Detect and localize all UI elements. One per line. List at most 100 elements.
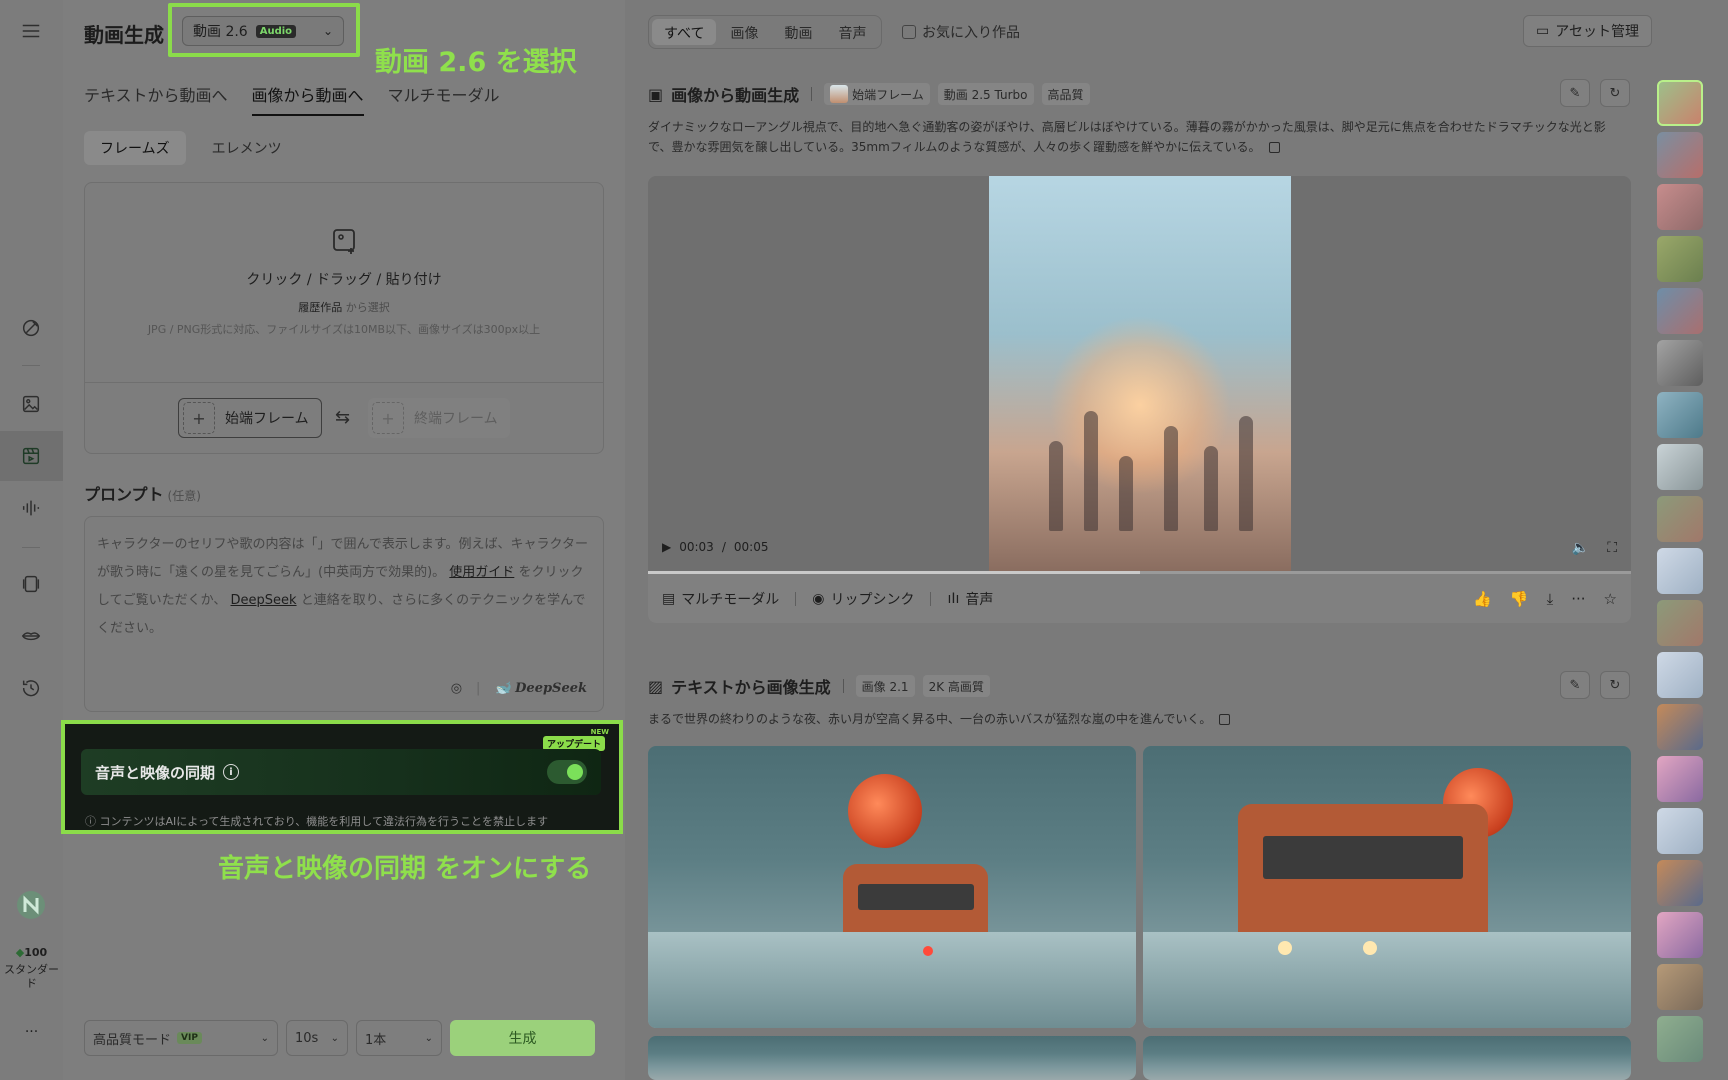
star-icon[interactable]: ☆: [1604, 590, 1617, 608]
play-icon[interactable]: ▶: [662, 540, 671, 554]
tab-image-to-video[interactable]: 画像から動画へ: [251, 82, 364, 116]
generated-image[interactable]: [648, 1036, 1136, 1080]
favorites-checkbox[interactable]: [902, 25, 916, 39]
history-thumbnail[interactable]: [1657, 964, 1703, 1010]
filter-all[interactable]: すべて: [652, 19, 717, 45]
info-icon[interactable]: i: [223, 764, 240, 780]
history-thumbnail[interactable]: [1657, 132, 1703, 178]
sync-toggle[interactable]: [547, 760, 587, 784]
prompt-optional: (任意): [167, 489, 201, 503]
upload-dropzone[interactable]: クリック / ドラッグ / 貼り付け 履歴作品 から選択 JPG / PNG形式…: [84, 182, 604, 454]
history-suffix: から選択: [345, 301, 390, 314]
image-gen-icon: ▨: [648, 676, 664, 696]
history-thumbnail[interactable]: [1657, 184, 1703, 230]
thumbs-up-icon[interactable]: 👍: [1473, 590, 1492, 608]
guide-link[interactable]: 使用ガイド: [449, 565, 514, 580]
model-select[interactable]: 動画 2.6 Audio ⌄: [182, 16, 344, 46]
audio-wave-icon[interactable]: [18, 495, 44, 521]
history-thumbnail[interactable]: [1657, 340, 1703, 386]
multimodal-action[interactable]: ▤ マルチモーダル: [662, 589, 779, 609]
volume-icon[interactable]: 🔈: [1572, 540, 1589, 556]
fullscreen-icon[interactable]: ⛶: [1607, 540, 1617, 556]
video-player[interactable]: ▶ 00:03 / 00:05 🔈 ⛶ ▤ マルチモーダル ◉ リップシンク ıIı…: [648, 176, 1631, 623]
edit-icon[interactable]: ✎: [1560, 671, 1590, 699]
duration-select[interactable]: 10s ⌄: [286, 1020, 348, 1056]
annotation-select-model: 動画 2.6 を選択: [375, 47, 577, 78]
image-icon[interactable]: [18, 391, 44, 417]
generated-image[interactable]: [648, 746, 1136, 1028]
quality-select[interactable]: 高品質モード VIP ⌄: [84, 1020, 278, 1056]
count-select[interactable]: 1本 ⌄: [356, 1020, 442, 1056]
bottom-controls: 高品質モード VIP ⌄ 10s ⌄ 1本 ⌄ 生成: [84, 1020, 595, 1056]
generated-image[interactable]: [1143, 746, 1631, 1028]
swap-icon[interactable]: ⇆: [335, 407, 350, 428]
model-label: 動画 2.6: [193, 24, 248, 40]
credits-display[interactable]: ◆100 スタンダード: [0, 946, 63, 991]
history-thumbnail[interactable]: [1657, 496, 1703, 542]
tab-text-to-video[interactable]: テキストから動画へ: [84, 82, 228, 116]
history-icon[interactable]: [18, 675, 44, 701]
menu-icon[interactable]: [18, 18, 44, 44]
audio-video-sync-row: 音声と映像の同期 i: [81, 749, 601, 795]
lip-sync-action[interactable]: ◉ リップシンク: [812, 589, 914, 609]
history-thumbnail[interactable]: [1657, 652, 1703, 698]
copy-icon[interactable]: [1268, 142, 1280, 153]
history-thumbnail[interactable]: [1657, 912, 1703, 958]
thumbs-down-icon[interactable]: 👎: [1510, 590, 1529, 608]
history-thumbnail[interactable]: [1657, 1016, 1703, 1062]
history-thumbnail[interactable]: [1657, 392, 1703, 438]
history-link[interactable]: 履歴作品: [298, 301, 342, 314]
bulb-icon[interactable]: ◎: [451, 675, 462, 703]
eye-icon: ◉: [812, 590, 825, 607]
upload-requirements: JPG / PNG形式に対応、ファイルサイズは10MB以下、画像サイズは300p…: [147, 323, 541, 336]
generate-button[interactable]: 生成: [450, 1020, 595, 1056]
prompt-placeholder-1: キャラクターのセリフや歌の内容は「」で囲んで表示します。例えば、キャラクターが歌…: [97, 537, 589, 580]
image-upload-icon: [333, 229, 355, 254]
history-thumbnail[interactable]: [1657, 80, 1703, 126]
edit-icon[interactable]: ✎: [1560, 79, 1590, 107]
video-icon[interactable]: [18, 443, 44, 469]
copy-icon[interactable]: [1219, 714, 1231, 725]
generated-image[interactable]: [1143, 1036, 1631, 1080]
deepseek-link[interactable]: DeepSeek: [231, 593, 297, 608]
history-thumbnail[interactable]: [1657, 756, 1703, 802]
filter-video[interactable]: 動画: [772, 19, 824, 45]
filter-audio[interactable]: 音声: [826, 19, 878, 45]
chip-resolution: 2K 高画質: [922, 675, 990, 697]
audio-action[interactable]: ıIı 音声: [947, 589, 993, 609]
deepseek-button[interactable]: 🐋 DeepSeek: [494, 675, 587, 703]
frames-icon[interactable]: [18, 571, 44, 597]
history-thumbnail[interactable]: [1657, 444, 1703, 490]
lip-sync-icon[interactable]: [18, 623, 44, 649]
tab-frames[interactable]: フレームズ: [84, 131, 186, 165]
total-time: 00:05: [733, 540, 769, 554]
plan-label: スタンダード: [4, 963, 59, 990]
tab-elements[interactable]: エレメンツ: [196, 131, 298, 165]
history-thumbnail[interactable]: [1657, 288, 1703, 334]
icon-rail: ◆100 スタンダード ···: [0, 0, 63, 1080]
asset-manage-button[interactable]: ▭ アセット管理: [1523, 15, 1652, 47]
regenerate-icon[interactable]: ↻: [1600, 79, 1630, 107]
history-thumbnail[interactable]: [1657, 704, 1703, 750]
chip-start-frame: 始端フレーム: [824, 83, 930, 105]
end-frame-button[interactable]: + 終端フレーム: [368, 398, 510, 438]
edit-magic-icon[interactable]: [18, 315, 44, 341]
prompt-input[interactable]: キャラクターのセリフや歌の内容は「」で囲んで表示します。例えば、キャラクターが歌…: [84, 516, 604, 712]
download-icon[interactable]: ⤓: [1547, 590, 1554, 608]
filter-image[interactable]: 画像: [718, 19, 770, 45]
history-thumbnail[interactable]: [1657, 808, 1703, 854]
regenerate-icon[interactable]: ↻: [1600, 671, 1630, 699]
more-menu-icon[interactable]: ···: [0, 1024, 63, 1040]
favorites-filter[interactable]: お気に入り作品: [902, 22, 1020, 42]
start-frame-button[interactable]: + 始端フレーム: [178, 398, 322, 438]
history-thumbnail[interactable]: [1657, 860, 1703, 906]
more-icon[interactable]: ···: [1571, 590, 1585, 608]
history-thumbnail[interactable]: [1657, 548, 1703, 594]
audio-wave-icon: ıIı: [947, 590, 960, 607]
chip-quality: 高品質: [1041, 83, 1090, 105]
sync-label: 音声と映像の同期: [95, 763, 216, 782]
history-thumbnail[interactable]: [1657, 600, 1703, 646]
history-thumbnail[interactable]: [1657, 236, 1703, 282]
tab-multimodal[interactable]: マルチモーダル: [388, 82, 500, 116]
mode-tabs: テキストから動画へ 画像から動画へ マルチモーダル: [84, 82, 500, 116]
